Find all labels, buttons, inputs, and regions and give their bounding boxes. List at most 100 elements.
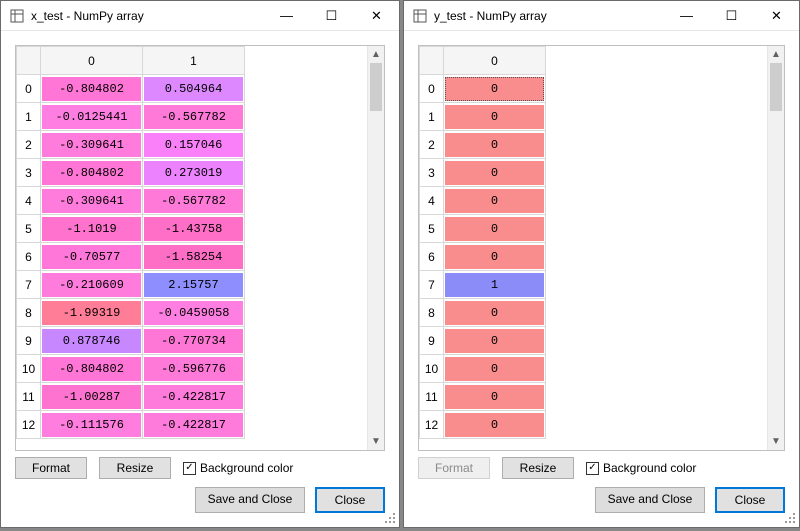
array-cell[interactable]: -0.0459058	[143, 299, 245, 327]
row-header[interactable]: 10	[17, 355, 41, 383]
scroll-track[interactable]	[768, 63, 784, 433]
minimize-button[interactable]: —	[264, 1, 309, 30]
format-button[interactable]: Format	[418, 457, 490, 479]
row-header[interactable]: 9	[420, 327, 444, 355]
array-cell[interactable]: 0.504964	[143, 75, 245, 103]
row-header[interactable]: 1	[420, 103, 444, 131]
grid-viewport[interactable]: 000102030405060718090100110120	[419, 46, 767, 450]
close-window-button[interactable]: ✕	[354, 1, 399, 30]
controls-row: Format Resize ✓ Background color	[15, 451, 385, 483]
array-cell[interactable]: -0.567782	[143, 187, 245, 215]
scroll-up-button[interactable]: ▲	[768, 46, 784, 63]
column-header[interactable]: 0	[41, 47, 143, 75]
array-cell[interactable]: 0	[444, 187, 546, 215]
save-and-close-button[interactable]: Save and Close	[595, 487, 705, 513]
row-header[interactable]: 9	[17, 327, 41, 355]
row-header[interactable]: 0	[420, 75, 444, 103]
scroll-track[interactable]	[368, 63, 384, 433]
array-cell[interactable]: 0	[444, 131, 546, 159]
resize-button[interactable]: Resize	[502, 457, 574, 479]
vertical-scrollbar[interactable]: ▲ ▼	[367, 46, 384, 450]
row-header[interactable]: 8	[17, 299, 41, 327]
array-cell[interactable]: -0.0125441	[41, 103, 143, 131]
array-cell[interactable]: 0	[444, 327, 546, 355]
row-header[interactable]: 4	[420, 187, 444, 215]
array-cell[interactable]: -1.43758	[143, 215, 245, 243]
array-cell[interactable]: -0.309641	[41, 187, 143, 215]
array-cell[interactable]: 0	[444, 299, 546, 327]
array-cell[interactable]: -0.804802	[41, 75, 143, 103]
array-cell[interactable]: -0.70577	[41, 243, 143, 271]
array-cell[interactable]: -1.58254	[143, 243, 245, 271]
row-header[interactable]: 0	[17, 75, 41, 103]
array-cell[interactable]: 0	[444, 159, 546, 187]
array-cell[interactable]: 0	[444, 243, 546, 271]
grid-viewport[interactable]: 010-0.8048020.5049641-0.0125441-0.567782…	[16, 46, 367, 450]
close-window-button[interactable]: ✕	[754, 1, 799, 30]
array-cell[interactable]: 0	[444, 411, 546, 439]
resize-button[interactable]: Resize	[99, 457, 171, 479]
titlebar[interactable]: x_test - NumPy array — ☐ ✕	[1, 1, 399, 31]
array-cell[interactable]: 0	[444, 355, 546, 383]
row-header[interactable]: 2	[17, 131, 41, 159]
row-header[interactable]: 11	[17, 383, 41, 411]
array-cell[interactable]: -0.804802	[41, 355, 143, 383]
scroll-down-button[interactable]: ▼	[768, 433, 784, 450]
row-header[interactable]: 12	[420, 411, 444, 439]
scroll-up-button[interactable]: ▲	[368, 46, 384, 63]
array-cell[interactable]: 0	[444, 103, 546, 131]
array-cell[interactable]: -0.770734	[143, 327, 245, 355]
array-cell[interactable]: -1.99319	[41, 299, 143, 327]
save-and-close-button[interactable]: Save and Close	[195, 487, 305, 513]
maximize-button[interactable]: ☐	[709, 1, 754, 30]
array-cell[interactable]: 0.273019	[143, 159, 245, 187]
row-header[interactable]: 12	[17, 411, 41, 439]
scroll-thumb[interactable]	[370, 63, 382, 111]
row-header[interactable]: 6	[420, 243, 444, 271]
format-button[interactable]: Format	[15, 457, 87, 479]
row-header[interactable]: 5	[17, 215, 41, 243]
close-button[interactable]: Close	[315, 487, 385, 513]
row-header[interactable]: 4	[17, 187, 41, 215]
array-cell[interactable]: 2.15757	[143, 271, 245, 299]
array-cell[interactable]: 1	[444, 271, 546, 299]
titlebar[interactable]: y_test - NumPy array — ☐ ✕	[404, 1, 799, 31]
array-cell[interactable]: 0	[444, 215, 546, 243]
row-header[interactable]: 10	[420, 355, 444, 383]
row-header[interactable]: 7	[17, 271, 41, 299]
row-header[interactable]: 3	[17, 159, 41, 187]
array-cell[interactable]: -0.567782	[143, 103, 245, 131]
row-header[interactable]: 8	[420, 299, 444, 327]
column-header[interactable]: 0	[444, 47, 546, 75]
array-cell[interactable]: -0.422817	[143, 411, 245, 439]
array-cell[interactable]: 0	[444, 383, 546, 411]
row-header[interactable]: 7	[420, 271, 444, 299]
column-header[interactable]: 1	[143, 47, 245, 75]
array-cell[interactable]: -0.422817	[143, 383, 245, 411]
row-header[interactable]: 2	[420, 131, 444, 159]
array-cell[interactable]: -0.210609	[41, 271, 143, 299]
row-header[interactable]: 6	[17, 243, 41, 271]
row-header[interactable]: 3	[420, 159, 444, 187]
background-color-checkbox[interactable]: ✓ Background color	[586, 461, 696, 475]
array-cell[interactable]: -0.111576	[41, 411, 143, 439]
scroll-down-button[interactable]: ▼	[368, 433, 384, 450]
array-cell[interactable]: -0.804802	[41, 159, 143, 187]
row-header[interactable]: 1	[17, 103, 41, 131]
array-cell[interactable]: 0.157046	[143, 131, 245, 159]
maximize-button[interactable]: ☐	[309, 1, 354, 30]
array-cell[interactable]: -1.00287	[41, 383, 143, 411]
array-cell[interactable]: 0	[444, 75, 546, 103]
row-header[interactable]: 11	[420, 383, 444, 411]
close-button[interactable]: Close	[715, 487, 785, 513]
scroll-thumb[interactable]	[770, 63, 782, 111]
array-cell[interactable]: -0.596776	[143, 355, 245, 383]
row-header[interactable]: 5	[420, 215, 444, 243]
minimize-button[interactable]: —	[664, 1, 709, 30]
vertical-scrollbar[interactable]: ▲ ▼	[767, 46, 784, 450]
array-cell[interactable]: -0.309641	[41, 131, 143, 159]
array-cell[interactable]: -1.1019	[41, 215, 143, 243]
controls-row: Format Resize ✓ Background color	[418, 451, 785, 483]
array-cell[interactable]: 0.878746	[41, 327, 143, 355]
background-color-checkbox[interactable]: ✓ Background color	[183, 461, 293, 475]
